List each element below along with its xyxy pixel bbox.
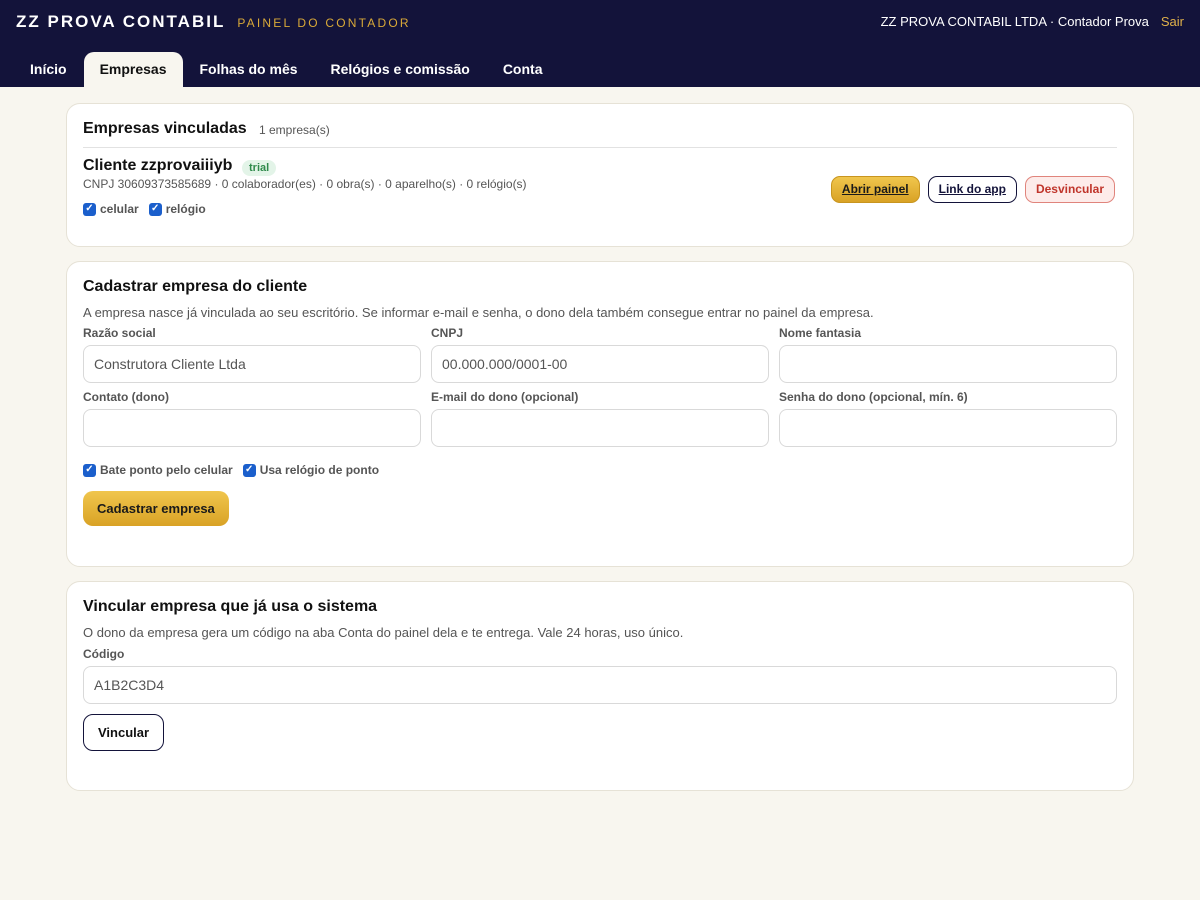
- relogio-checkbox[interactable]: ✓: [148, 202, 162, 216]
- register-options: ✓ Bate ponto pelo celular ✓ Usa relógio …: [83, 463, 389, 477]
- register-company-card: Cadastrar empresa do cliente A empresa n…: [66, 261, 1134, 567]
- register-title: Cadastrar empresa do cliente: [83, 278, 308, 295]
- contato-label: Contato (dono): [83, 390, 169, 404]
- razao-social-placeholder: Construtora Cliente Ltda: [94, 356, 246, 372]
- contato-field: Contato (dono): [83, 390, 421, 447]
- relogio-ponto-checkbox[interactable]: ✓: [242, 463, 256, 477]
- brand-subtitle: PAINEL DO CONTADOR: [237, 16, 411, 30]
- brand: ZZ PROVA CONTABIL PAINEL DO CONTADOR: [16, 12, 411, 32]
- nome-fantasia-field: Nome fantasia: [779, 326, 1117, 383]
- razao-social-input[interactable]: Construtora Cliente Ltda: [83, 345, 421, 383]
- code-placeholder: A1B2C3D4: [94, 677, 165, 693]
- tab-relogios-e-comissao[interactable]: Relógios e comissão: [315, 52, 486, 87]
- link-existing-description: O dono da empresa gera um código na aba …: [83, 625, 684, 640]
- code-field: Código A1B2C3D4: [83, 647, 1117, 704]
- bate-ponto-celular-checkbox[interactable]: ✓: [83, 463, 96, 477]
- relogio-ponto-label: Usa relógio de ponto: [259, 463, 380, 477]
- open-panel-button[interactable]: Abrir painel: [830, 176, 920, 203]
- bate-ponto-celular-label: Bate ponto pelo celular: [100, 463, 233, 477]
- linked-companies-title: Empresas vinculadas: [83, 120, 247, 137]
- contato-input[interactable]: [83, 409, 421, 447]
- logout-link[interactable]: Sair: [1161, 14, 1184, 29]
- app-link-button[interactable]: Link do app: [927, 176, 1017, 203]
- nome-fantasia-label: Nome fantasia: [779, 326, 862, 340]
- unlink-button[interactable]: Desvincular: [1024, 176, 1115, 203]
- razao-social-field: Razão social Construtora Cliente Ltda: [83, 326, 421, 383]
- cnpj-label: CNPJ: [431, 326, 464, 340]
- user-area: ZZ PROVA CONTABIL LTDA · Contador Prova …: [881, 14, 1184, 29]
- tab-inicio[interactable]: Início: [14, 52, 83, 87]
- divider: [83, 147, 1117, 148]
- register-description: A empresa nasce já vinculada ao seu escr…: [83, 305, 874, 320]
- senha-input[interactable]: [779, 409, 1117, 447]
- cnpj-input[interactable]: 00.000.000/0001-00: [431, 345, 769, 383]
- link-existing-title: Vincular empresa que já usa o sistema: [83, 598, 378, 615]
- cnpj-placeholder: 00.000.000/0001-00: [442, 356, 568, 372]
- register-company-button[interactable]: Cadastrar empresa: [83, 491, 229, 526]
- code-label: Código: [83, 647, 125, 661]
- brand-name: ZZ PROVA CONTABIL: [16, 12, 226, 31]
- celular-label: celular: [100, 202, 139, 216]
- company-flags: ✓ celular ✓ relógio: [83, 202, 216, 216]
- email-field: E-mail do dono (opcional): [431, 390, 769, 447]
- relogio-label: relógio: [165, 202, 206, 216]
- company-actions: Abrir painel Link do app Desvincular: [823, 176, 1115, 203]
- cnpj-field: CNPJ 00.000.000/0001-00: [431, 326, 769, 383]
- tab-empresas[interactable]: Empresas: [83, 52, 183, 87]
- linked-companies-card: Empresas vinculadas 1 empresa(s) Cliente…: [66, 103, 1134, 247]
- company-meta: CNPJ 30609373585689 · 0 colaborador(es) …: [83, 177, 527, 191]
- company-count: 1 empresa(s): [259, 123, 330, 137]
- status-badge: trial: [242, 160, 277, 176]
- tab-conta[interactable]: Conta: [487, 52, 559, 87]
- user-info: ZZ PROVA CONTABIL LTDA · Contador Prova: [880, 14, 1149, 29]
- nome-fantasia-input[interactable]: [779, 345, 1117, 383]
- razao-social-label: Razão social: [83, 326, 156, 340]
- top-bar: ZZ PROVA CONTABIL PAINEL DO CONTADOR ZZ …: [0, 0, 1200, 87]
- company-name: Cliente zzprovaiiiyb: [83, 157, 233, 174]
- tab-folhas-do-mes[interactable]: Folhas do mês: [184, 52, 314, 87]
- celular-checkbox[interactable]: ✓: [83, 202, 96, 216]
- code-input[interactable]: A1B2C3D4: [83, 666, 1117, 704]
- email-label: E-mail do dono (opcional): [431, 390, 579, 404]
- link-button[interactable]: Vincular: [83, 714, 165, 751]
- senha-field: Senha do dono (opcional, mín. 6): [779, 390, 1117, 447]
- main-tabs: Início Empresas Folhas do mês Relógios e…: [14, 52, 559, 87]
- link-existing-card: Vincular empresa que já usa o sistema O …: [66, 581, 1134, 791]
- email-input[interactable]: [431, 409, 769, 447]
- senha-label: Senha do dono (opcional, mín. 6): [779, 390, 968, 404]
